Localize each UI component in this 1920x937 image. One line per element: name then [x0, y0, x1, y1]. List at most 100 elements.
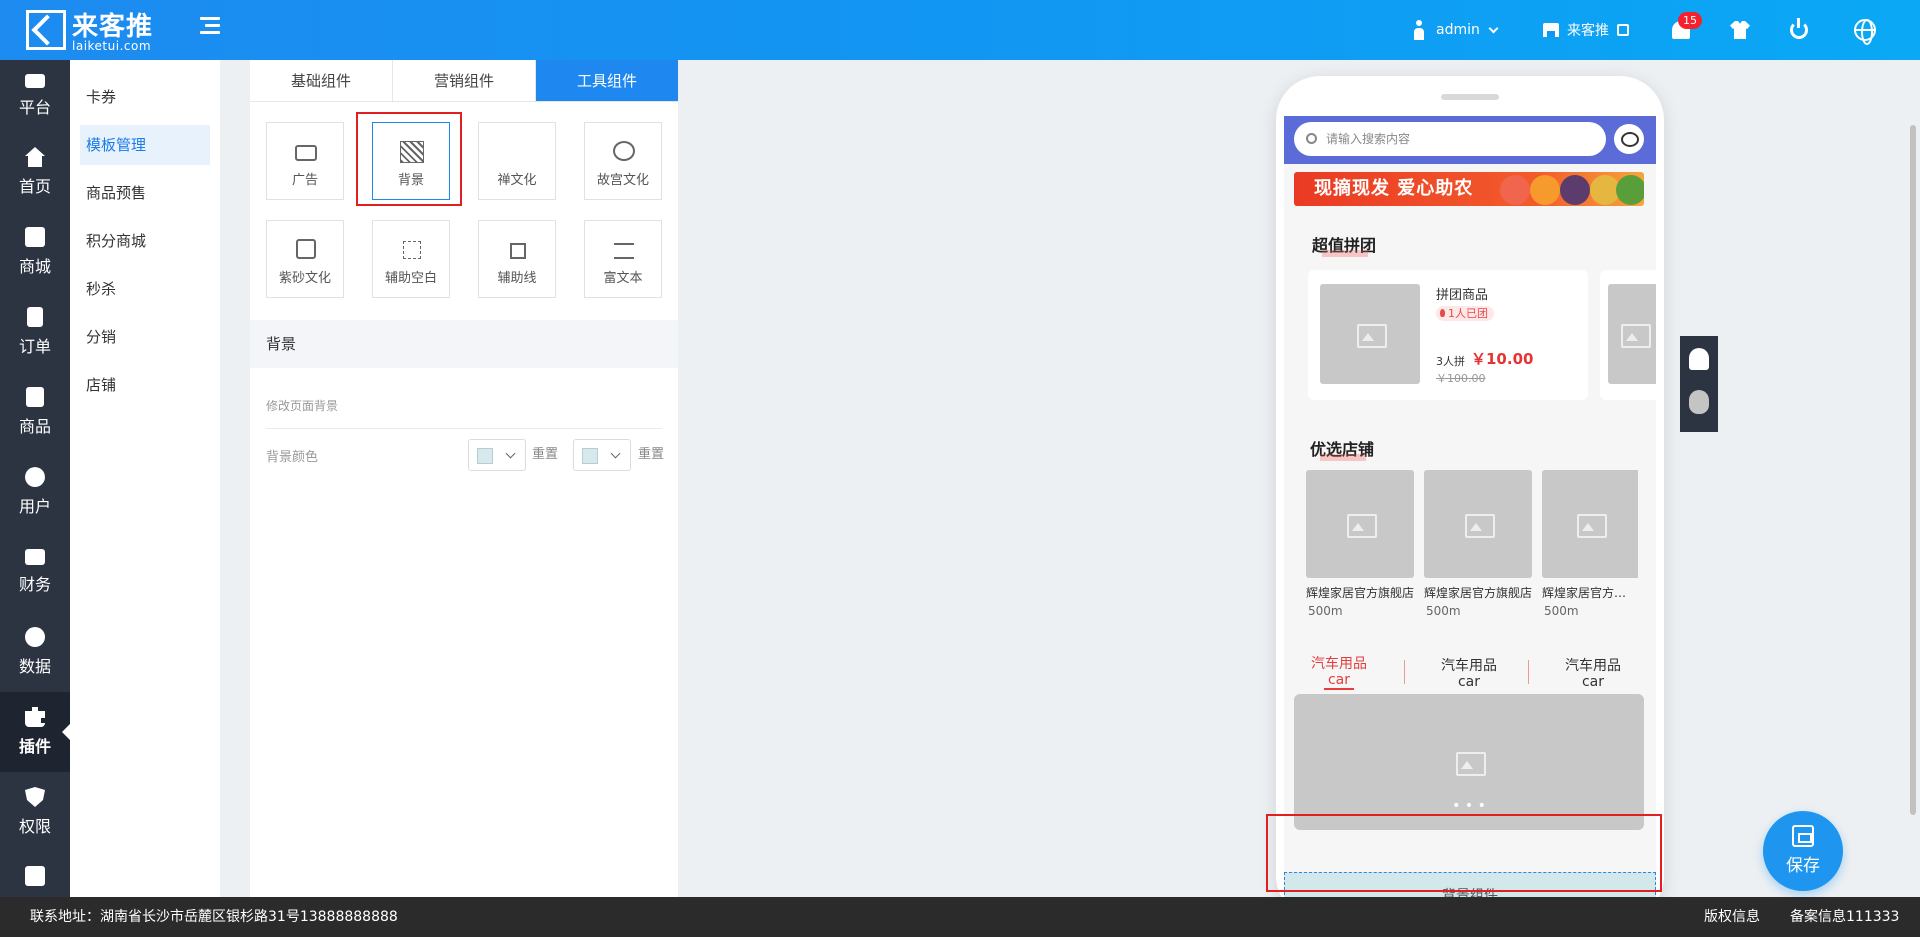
- android-icon[interactable]: [1689, 348, 1709, 370]
- fruit-image: [1616, 175, 1644, 205]
- save-button[interactable]: 保存: [1763, 811, 1843, 891]
- group-size: 3人拼: [1436, 355, 1465, 368]
- chevron-down-icon: [610, 448, 621, 459]
- subnav-item-template[interactable]: 模板管理: [80, 125, 210, 165]
- subnav-item-distribution[interactable]: 分销: [80, 317, 210, 357]
- category-name: 汽车用品: [1311, 656, 1367, 672]
- chevron-down-icon: [1488, 23, 1499, 33]
- theme-button[interactable]: [1730, 0, 1750, 60]
- component-blank-space[interactable]: 辅助空白: [372, 220, 450, 298]
- search-icon: [296, 239, 316, 259]
- phone-screen: 请输入搜索内容 现摘现发 爱心助农 超值拼团 拼团商品 1人已团 3人拼 ￥10…: [1284, 116, 1656, 876]
- apple-icon[interactable]: [1689, 390, 1709, 414]
- shop-image-placeholder[interactable]: [1542, 470, 1638, 578]
- subnav-item-flash-sale[interactable]: 秒杀: [80, 269, 210, 309]
- shop-image-placeholder[interactable]: [1424, 470, 1532, 578]
- shop-distance: 500m: [1308, 604, 1343, 618]
- dollar-icon: [25, 74, 45, 88]
- background-color-picker[interactable]: [468, 439, 526, 471]
- message-icon[interactable]: [1614, 124, 1644, 154]
- nav-item-permissions[interactable]: 权限: [0, 772, 70, 852]
- logo-subtext: laiketui.com: [72, 39, 152, 53]
- background-color-picker-2[interactable]: [573, 439, 631, 471]
- component-rich-text[interactable]: 富文本: [584, 220, 662, 298]
- component-zen-culture[interactable]: 禅文化: [478, 122, 556, 200]
- logo[interactable]: 来客推 laiketui.com: [26, 8, 186, 54]
- component-palace-culture[interactable]: 故宫文化: [584, 122, 662, 200]
- category-tab[interactable]: 汽车用品 car: [1284, 656, 1394, 690]
- category-name: 汽车用品: [1441, 658, 1497, 674]
- globe-icon: [1854, 19, 1876, 45]
- bag-icon: [26, 387, 44, 407]
- settings-title: 背景: [250, 320, 678, 368]
- shirt-icon: [1730, 21, 1750, 39]
- shop-name: 辉煌家居官方旗舰店: [1542, 586, 1638, 600]
- nav-item-data[interactable]: 数据: [0, 612, 70, 692]
- category-tab[interactable]: 汽车用品 car: [1538, 658, 1648, 690]
- user-menu[interactable]: admin: [1412, 0, 1499, 60]
- chevron-down-icon: [505, 448, 516, 459]
- nav-label: 首页: [18, 177, 51, 196]
- nav-label: 权限: [18, 817, 51, 836]
- reset-button-2[interactable]: 重置: [638, 439, 664, 471]
- scrollbar[interactable]: [1910, 125, 1916, 815]
- power-icon: [1790, 18, 1808, 39]
- fruit-image: [1560, 175, 1590, 205]
- shop-image-placeholder[interactable]: [1306, 470, 1414, 578]
- nav-label: 财务: [18, 575, 51, 594]
- nav-item-home[interactable]: 首页: [0, 132, 70, 212]
- nav-item-platform[interactable]: 平台: [0, 60, 70, 132]
- save-label: 保存: [1786, 856, 1820, 876]
- category-sub: car: [1323, 672, 1355, 690]
- group-buy-card[interactable]: 拼团商品 1人已团 3人拼 ￥10.00 ￥100.00: [1308, 270, 1588, 400]
- tab-basic[interactable]: 基础组件: [250, 60, 393, 101]
- nav-item-mall[interactable]: 商城: [0, 212, 70, 292]
- nav-item-users[interactable]: 用户: [0, 452, 70, 532]
- group-buy-card[interactable]: [1600, 270, 1656, 400]
- copyright-link[interactable]: 版权信息: [1704, 897, 1760, 937]
- reset-button[interactable]: 重置: [532, 439, 558, 471]
- promo-banner[interactable]: 现摘现发 爱心助农: [1294, 172, 1644, 206]
- save-icon: [1792, 825, 1814, 847]
- category-tab[interactable]: 汽车用品 car: [1414, 658, 1524, 690]
- category-sub: car: [1457, 674, 1481, 690]
- tab-marketing[interactable]: 营销组件: [393, 60, 536, 101]
- category-carousel[interactable]: • • •: [1294, 694, 1644, 830]
- logo-icon: [26, 10, 66, 50]
- logout-button[interactable]: [1790, 0, 1808, 60]
- top-bar: 来客推 laiketui.com admin 来客推 15: [0, 0, 1920, 60]
- nav-item-finance[interactable]: 财务: [0, 532, 70, 612]
- fruit-image: [1530, 175, 1560, 205]
- nav-item-products[interactable]: 商品: [0, 372, 70, 452]
- store-link[interactable]: 来客推: [1543, 0, 1629, 60]
- carousel-dots[interactable]: • • •: [1294, 798, 1644, 814]
- record-info: 备案信息111333: [1790, 909, 1900, 925]
- component-guide-line[interactable]: 辅助线: [478, 220, 556, 298]
- subnav-item-coupons[interactable]: 卡券: [80, 77, 210, 117]
- subnav-item-points-mall[interactable]: 积分商城: [80, 221, 210, 261]
- nav-item-orders[interactable]: 订单: [0, 292, 70, 372]
- nav-item-plugins[interactable]: 插件: [0, 692, 70, 772]
- language-button[interactable]: [1854, 0, 1876, 60]
- subnav-item-stores[interactable]: 店铺: [80, 365, 210, 405]
- phone-preview: 请输入搜索内容 现摘现发 爱心助农 超值拼团 拼团商品 1人已团 3人拼 ￥10…: [1276, 76, 1664, 920]
- nav-label: 商品: [18, 417, 51, 436]
- nav-item-media[interactable]: [0, 852, 70, 897]
- nav-label: 订单: [18, 337, 51, 356]
- blank-space-icon: [403, 241, 421, 259]
- banner-text: 现摘现发 爱心助农: [1314, 178, 1474, 199]
- notifications-button[interactable]: [1672, 0, 1690, 60]
- shield-icon: [25, 787, 45, 807]
- subnav-item-presale[interactable]: 商品预售: [80, 173, 210, 213]
- ad-icon: [295, 145, 317, 161]
- component-zisha-culture[interactable]: 紫砂文化: [266, 220, 344, 298]
- component-ad[interactable]: 广告: [266, 122, 344, 200]
- tab-tools[interactable]: 工具组件: [536, 60, 678, 101]
- store-icon: [1543, 23, 1559, 37]
- nav-label: 数据: [18, 657, 51, 676]
- menu-toggle-icon[interactable]: [200, 17, 220, 37]
- nav-label: 平台: [18, 98, 51, 117]
- rich-text-icon: [614, 243, 634, 259]
- search-input[interactable]: 请输入搜索内容: [1294, 122, 1606, 156]
- color-swatch: [477, 448, 493, 464]
